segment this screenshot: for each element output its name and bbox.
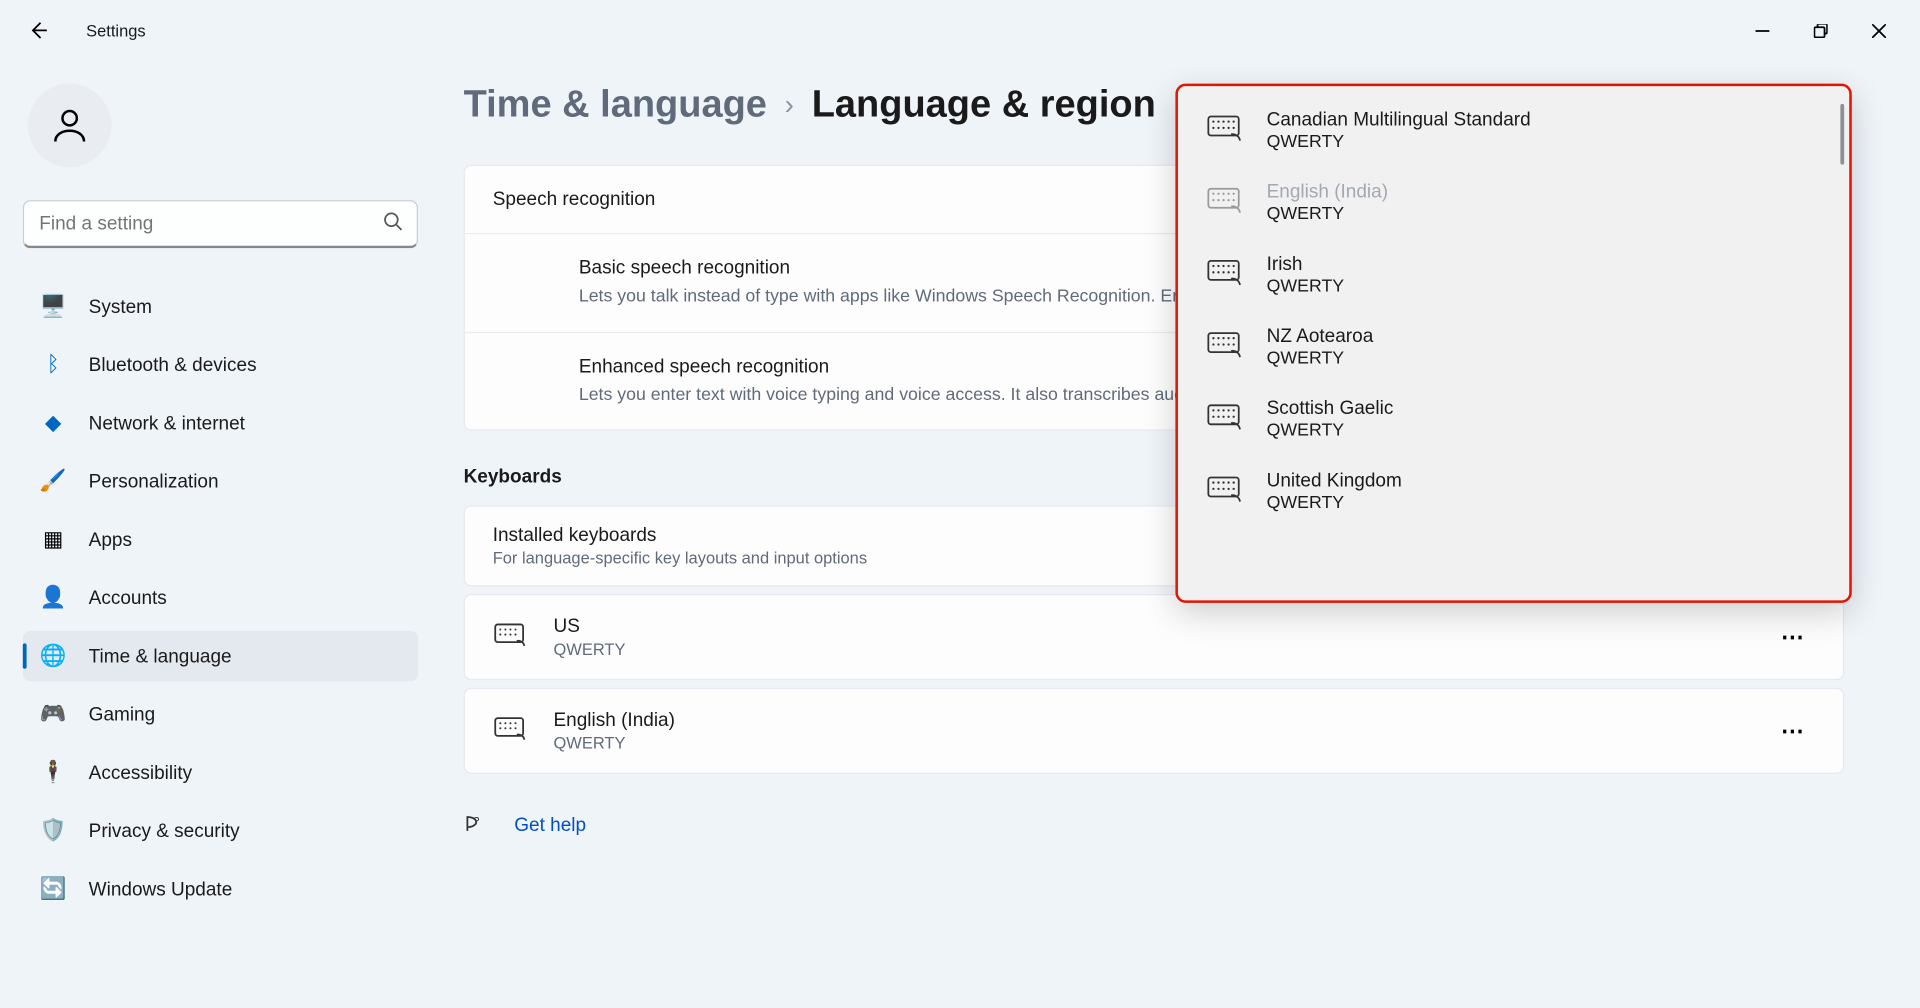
sidebar-item-label: Network & internet [89,412,245,434]
flyout-item-name: Scottish Gaelic [1267,398,1394,420]
flyout-list[interactable]: Canadian Multilingual StandardQWERTY Eng… [1178,86,1849,600]
more-button[interactable]: ⋯ [1772,710,1815,753]
keyboard-name: English (India) [554,710,675,732]
maximize-icon [1813,23,1827,37]
keyboard-item[interactable]: English (India) QWERTY ⋯ [464,688,1845,774]
keyboard-icon [1206,402,1244,435]
page-title: Language & region [812,84,1156,127]
add-keyboard-flyout: Canadian Multilingual StandardQWERTY Eng… [1175,84,1851,603]
gamepad-icon: 🎮 [41,702,66,727]
sidebar-item-gaming[interactable]: 🎮 Gaming [23,689,418,740]
sidebar-item-network[interactable]: ◆ Network & internet [23,398,418,449]
sidebar: 🖥️ System ᛒ Bluetooth & devices ◆ Network &… [0,61,441,1008]
sidebar-item-label: Accounts [89,587,167,609]
window-title: Settings [86,21,146,40]
titlebar: Settings [0,0,1920,61]
more-button[interactable]: ⋯ [1772,616,1815,659]
keyboard-name: US [554,616,626,638]
flyout-item-name: United Kingdom [1267,470,1402,492]
maximize-button[interactable] [1791,10,1849,51]
svg-text:?: ? [473,816,479,828]
keyboard-icon [1206,474,1244,507]
help-row: ? Get help [464,812,1845,837]
flyout-item: English (India)QWERTY [1186,166,1842,238]
flyout-item-type: QWERTY [1267,347,1374,367]
sidebar-item-windows-update[interactable]: 🔄 Windows Update [23,864,418,915]
flyout-item-name: NZ Aotearoa [1267,326,1374,348]
sidebar-item-label: Accessibility [89,762,192,784]
sidebar-item-label: Windows Update [89,878,233,900]
keyboard-icon [493,716,528,746]
keyboard-item[interactable]: US QWERTY ⋯ [464,594,1845,680]
apps-icon: ▦ [41,527,66,552]
search-icon [383,211,403,238]
sidebar-item-label: Personalization [89,471,219,493]
sidebar-item-system[interactable]: 🖥️ System [23,281,418,332]
flyout-item-name: Canadian Multilingual Standard [1267,109,1531,131]
installed-keyboards-sub: For language-specific key layouts and in… [493,549,867,568]
breadcrumb-parent[interactable]: Time & language [464,84,767,127]
person-icon [48,104,91,147]
sidebar-item-label: Bluetooth & devices [89,354,257,376]
flyout-item-type: QWERTY [1267,491,1402,511]
sidebar-item-apps[interactable]: ▦ Apps [23,514,418,565]
sidebar-item-bluetooth[interactable]: ᛒ Bluetooth & devices [23,339,418,390]
keyboard-icon [1206,186,1244,219]
paintbrush-icon: 🖌️ [41,469,66,494]
wifi-icon: ◆ [41,410,66,435]
flyout-item-type: QWERTY [1267,203,1388,223]
avatar[interactable] [28,84,112,168]
sidebar-item-time-language[interactable]: 🌐 Time & language [23,631,418,682]
sidebar-item-accounts[interactable]: 👤 Accounts [23,573,418,624]
display-icon: 🖥️ [41,294,66,319]
flyout-scrollbar[interactable] [1840,104,1844,165]
minimize-button[interactable] [1733,10,1791,51]
shield-icon: 🛡️ [41,818,66,843]
keyboard-icon [493,622,528,652]
keyboard-icon [1206,330,1244,363]
flyout-item[interactable]: NZ AotearoaQWERTY [1186,310,1842,382]
sidebar-item-accessibility[interactable]: 🕴️ Accessibility [23,747,418,798]
flyout-item-type: QWERTY [1267,275,1345,295]
sidebar-item-label: Gaming [89,704,156,726]
keyboard-icon [1206,258,1244,291]
search-wrap [23,200,418,248]
close-button[interactable] [1849,10,1907,51]
accessibility-icon: 🕴️ [41,760,66,785]
sidebar-item-label: Time & language [89,645,232,667]
sidebar-item-label: Apps [89,529,132,551]
bluetooth-icon: ᛒ [41,352,66,377]
account-icon: 👤 [41,585,66,610]
globe-clock-icon: 🌐 [41,643,66,668]
flyout-item[interactable]: United KingdomQWERTY [1186,455,1842,527]
sidebar-item-privacy[interactable]: 🛡️ Privacy & security [23,806,418,857]
get-help-link[interactable]: Get help [514,814,586,836]
flyout-item-type: QWERTY [1267,130,1531,150]
flyout-item-name: Irish [1267,253,1345,275]
minimize-icon [1755,23,1769,37]
chevron-right-icon: › [785,89,794,122]
flyout-item[interactable]: Scottish GaelicQWERTY [1186,383,1842,455]
keyboard-icon [1206,113,1244,146]
search-input[interactable] [23,200,418,248]
sidebar-item-label: System [89,296,152,318]
close-icon [1871,23,1885,37]
nav-list: 🖥️ System ᛒ Bluetooth & devices ◆ Network &… [23,281,418,914]
sidebar-item-label: Privacy & security [89,820,240,842]
flyout-item[interactable]: Canadian Multilingual StandardQWERTY [1186,94,1842,166]
keyboard-type: QWERTY [554,734,675,753]
arrow-left-icon [28,20,48,40]
window-controls [1733,10,1908,51]
back-button[interactable] [13,5,64,56]
installed-keyboards-title: Installed keyboards [493,525,867,547]
flyout-item[interactable]: IrishQWERTY [1186,238,1842,310]
flyout-item-name: English (India) [1267,181,1388,203]
update-icon: 🔄 [41,876,66,901]
help-icon: ? [464,812,489,837]
keyboard-type: QWERTY [554,640,626,659]
flyout-item-type: QWERTY [1267,419,1394,439]
sidebar-item-personalization[interactable]: 🖌️ Personalization [23,456,418,507]
